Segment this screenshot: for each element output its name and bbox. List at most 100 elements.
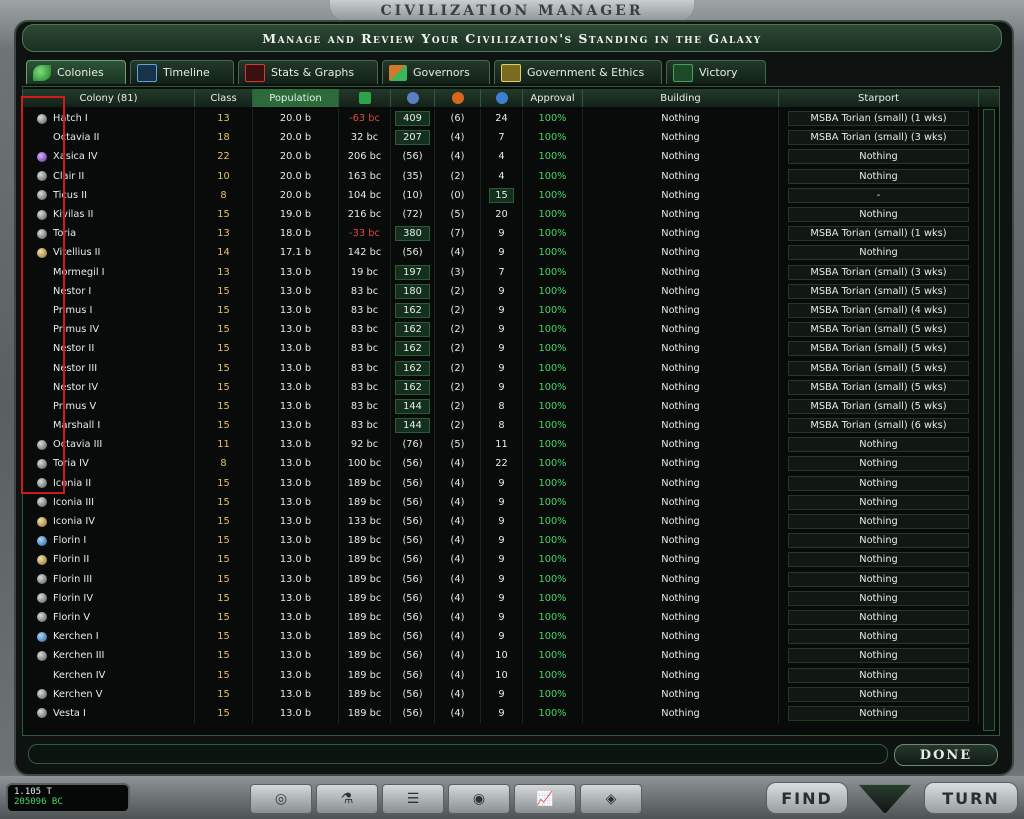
table-row[interactable]: Toria IV 8 13.0 b 100 bc (56) (4) 22 100% Nothin…: [23, 454, 999, 474]
colony-name-cell: Primus I: [23, 300, 195, 321]
tab-timeline[interactable]: Timeline: [130, 60, 234, 84]
population-cell: 13.0 b: [253, 703, 339, 723]
tab-victory[interactable]: Victory: [666, 60, 766, 84]
header-colony[interactable]: Colony (81): [23, 89, 195, 107]
done-button[interactable]: Done: [894, 744, 998, 766]
header-approval[interactable]: Approval: [523, 89, 583, 107]
diplomacy-button[interactable]: ◈: [580, 784, 642, 814]
table-row[interactable]: Mormegil I 13 13.0 b 19 bc 197 (3) 7 100% Nothin…: [23, 262, 999, 282]
turn-button[interactable]: Turn: [924, 782, 1018, 814]
defense-value: 162: [395, 322, 430, 338]
table-row[interactable]: Florin II 15 13.0 b 189 bc (56) (4) 9 100% Nothi…: [23, 550, 999, 570]
building-cell: Nothing: [583, 531, 779, 551]
header-population[interactable]: Population: [253, 89, 339, 107]
table-row[interactable]: Ticus II 8 20.0 b 104 bc (10) (0) 15 100% Nothin…: [23, 185, 999, 205]
starport-value: Nothing: [787, 609, 970, 625]
header-morale[interactable]: [435, 89, 481, 107]
graph-button[interactable]: 📈: [514, 784, 576, 814]
colony-name-cell: Florin IV: [23, 588, 195, 608]
tab-label: Colonies: [57, 66, 104, 79]
header-class[interactable]: Class: [195, 89, 253, 107]
table-row[interactable]: Octavia II 18 20.0 b 32 bc 207 (4) 7 100% Nothin…: [23, 128, 999, 148]
tab-governors[interactable]: Governors: [382, 60, 490, 84]
table-row[interactable]: Florin I 15 13.0 b 189 bc (56) (4) 9 100% Nothin…: [23, 531, 999, 551]
tab-government-ethics[interactable]: Government & Ethics: [494, 60, 662, 84]
building-cell: Nothing: [583, 224, 779, 244]
header-starport[interactable]: Starport: [779, 89, 979, 107]
building-cell: Nothing: [583, 550, 779, 570]
planet-icon: [37, 631, 47, 642]
defense-cell: 162: [391, 300, 435, 321]
colony-name-cell: Florin V: [23, 607, 195, 628]
table-row[interactable]: Primus V 15 13.0 b 83 bc 144 (2) 8 100% Nothing M…: [23, 396, 999, 416]
table-body: Hatch I 13 20.0 b -63 bc 409 (6) 24 100% Nothing…: [23, 109, 999, 723]
table-row[interactable]: Kerchen I 15 13.0 b 189 bc (56) (4) 9 100% Nothi…: [23, 627, 999, 647]
planet-icon: [37, 401, 47, 411]
table-row[interactable]: Nestor IV 15 13.0 b 83 bc 162 (2) 9 100% Nothing…: [23, 377, 999, 397]
table-row[interactable]: Kerchen V 15 13.0 b 189 bc (56) (4) 9 100% Nothi…: [23, 684, 999, 704]
starport-value: MSBA Torian (small) (3 wks): [787, 130, 970, 146]
table-row[interactable]: Iconia IV 15 13.0 b 133 bc (56) (4) 9 100% Nothi…: [23, 511, 999, 532]
table-row[interactable]: Toria 13 18.0 b -33 bc 380 (7) 9 100% Nothing MSB…: [23, 224, 999, 244]
income-cell: 83 bc: [339, 320, 391, 340]
header-income[interactable]: [339, 89, 391, 107]
table-row[interactable]: Nestor I 15 13.0 b 83 bc 180 (2) 9 100% Nothing M…: [23, 281, 999, 301]
table-row[interactable]: Primus IV 15 13.0 b 83 bc 162 (2) 9 100% Nothing…: [23, 320, 999, 340]
table-row[interactable]: Kivilas II 15 19.0 b 216 bc (72) (5) 20 100% Not…: [23, 204, 999, 225]
morale-cell: (4): [435, 454, 481, 474]
population-cell: 13.0 b: [253, 511, 339, 532]
table-scrollbar[interactable]: [983, 109, 995, 731]
building-cell: Nothing: [583, 262, 779, 282]
colony-name-cell: Nestor III: [23, 358, 195, 378]
table-row[interactable]: Florin IV 15 13.0 b 189 bc (56) (4) 9 100% Nothi…: [23, 588, 999, 608]
growth-value: 9: [498, 362, 505, 374]
population-cell: 13.0 b: [253, 684, 339, 704]
table-row[interactable]: Nestor III 15 13.0 b 83 bc 162 (2) 9 100% Nothin…: [23, 358, 999, 378]
table-row[interactable]: Iconia III 15 13.0 b 189 bc (56) (4) 9 100% Noth…: [23, 492, 999, 512]
table-row[interactable]: Vesta I 15 13.0 b 189 bc (56) (4) 9 100% Nothing…: [23, 703, 999, 723]
table-row[interactable]: Clair II 10 20.0 b 163 bc (35) (2) 4 100% Nothin…: [23, 166, 999, 186]
table-row[interactable]: Hatch I 13 20.0 b -63 bc 409 (6) 24 100% Nothing…: [23, 109, 999, 129]
tab-colonies[interactable]: Colonies: [26, 60, 126, 84]
starport-value: Nothing: [787, 494, 970, 510]
starport-value: MSBA Torian (small) (5 wks): [787, 283, 970, 299]
header-growth[interactable]: [481, 89, 523, 107]
approval-cell: 100%: [523, 473, 583, 493]
table-row[interactable]: Xasica IV 22 20.0 b 206 bc (56) (4) 4 100% Nothi…: [23, 147, 999, 167]
planet-icon: [37, 190, 47, 201]
table-row[interactable]: Primus I 15 13.0 b 83 bc 162 (2) 9 100% Nothing M…: [23, 300, 999, 321]
fire-icon: [451, 92, 464, 104]
header-building[interactable]: Building: [583, 89, 779, 107]
approval-cell: 100%: [523, 627, 583, 647]
defense-cell: (56): [391, 607, 435, 628]
table-row[interactable]: Iconia II 15 13.0 b 189 bc (56) (4) 9 100% Nothi…: [23, 473, 999, 493]
colony-name: Ticus II: [53, 189, 87, 201]
document-button[interactable]: ☰: [382, 784, 444, 814]
defense-value: (76): [402, 439, 423, 451]
planet-icon: [37, 708, 47, 719]
table-row[interactable]: Vitellius II 14 17.1 b 142 bc (56) (4) 9 100% No…: [23, 243, 999, 263]
planet-icon: [37, 151, 47, 162]
starport-value: -: [787, 187, 970, 203]
planet-button[interactable]: ◎: [250, 784, 312, 814]
table-row[interactable]: Octavia III 11 13.0 b 92 bc (76) (5) 11 100% Not…: [23, 435, 999, 455]
colony-name: Florin IV: [53, 592, 94, 604]
research-button[interactable]: ⚗: [316, 784, 378, 814]
class-cell: 15: [195, 684, 253, 704]
starport-value: Nothing: [787, 590, 970, 606]
tab-stats-graphs[interactable]: Stats & Graphs: [238, 60, 378, 84]
header-defense[interactable]: [391, 89, 435, 107]
starport-value: MSBA Torian (small) (4 wks): [787, 302, 970, 318]
table-row[interactable]: Florin V 15 13.0 b 189 bc (56) (4) 9 100% Nothin…: [23, 607, 999, 628]
income-cell: 104 bc: [339, 185, 391, 205]
table-row[interactable]: Kerchen III 15 13.0 b 189 bc (56) (4) 10 100% No…: [23, 646, 999, 666]
table-row[interactable]: Kerchen IV 15 13.0 b 189 bc (56) (4) 10 100% Not…: [23, 665, 999, 685]
colony-name: Octavia III: [53, 439, 103, 451]
table-row[interactable]: Nestor II 15 13.0 b 83 bc 162 (2) 9 100% Nothing…: [23, 339, 999, 359]
galaxy-button[interactable]: ◉: [448, 784, 510, 814]
bar-chart-icon: [245, 63, 265, 82]
table-row[interactable]: Florin III 15 13.0 b 189 bc (56) (4) 9 100% Noth…: [23, 569, 999, 589]
table-row[interactable]: Marshall I 15 13.0 b 83 bc 144 (2) 8 100% Nothin…: [23, 416, 999, 436]
defense-value: (56): [402, 554, 423, 566]
find-button[interactable]: Find: [766, 782, 848, 814]
